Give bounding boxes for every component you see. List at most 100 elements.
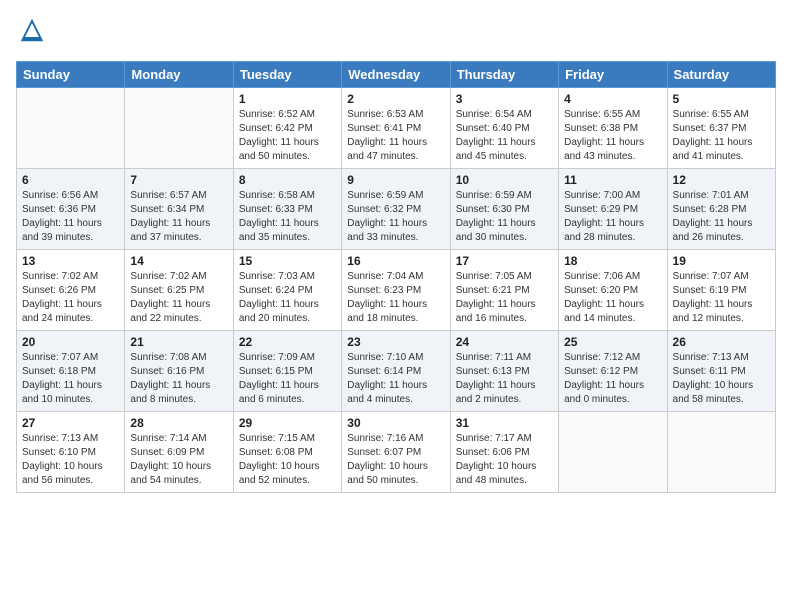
day-number: 3 bbox=[456, 92, 553, 106]
week-row-5: 27 Sunrise: 7:13 AMSunset: 6:10 PMDayligh… bbox=[17, 412, 776, 493]
calendar-cell: 31Sunrise: 7:17 AMSunset: 6:06 PMDayligh… bbox=[450, 412, 558, 493]
cell-content: Sunrise: 6:55 AMSunset: 6:38 PMDaylight:… bbox=[564, 108, 661, 164]
cell-content: Sunrise: 7:08 AMSunset: 6:16 PMDaylight:… bbox=[130, 351, 227, 407]
cell-content: Sunrise: 7:13 AMSunset: 6:11 PMDaylight:… bbox=[673, 351, 770, 407]
cell-content: Sunrise: 7:07 AMSunset: 6:19 PMDaylight:… bbox=[673, 270, 770, 326]
week-row-1: 1Sunrise: 6:52 AMSunset: 6:42 PMDaylight… bbox=[17, 88, 776, 169]
day-number: 30 bbox=[347, 416, 444, 430]
cell-content: Sunrise: 6:57 AMSunset: 6:34 PMDaylight:… bbox=[130, 189, 227, 245]
cell-content: Sunrise: 7:01 AMSunset: 6:28 PMDaylight:… bbox=[673, 189, 770, 245]
cell-content: Sunrise: 7:07 AMSunset: 6:18 PMDaylight:… bbox=[22, 351, 119, 407]
day-number: 9 bbox=[347, 173, 444, 187]
calendar-cell: 16 Sunrise: 7:04 AMSunset: 6:23 PMDayligh… bbox=[342, 250, 450, 331]
day-number: 28 bbox=[130, 416, 227, 430]
day-number: 12 bbox=[673, 173, 770, 187]
calendar-cell: 10 Sunrise: 6:59 AMSunset: 6:30 PMDayligh… bbox=[450, 169, 558, 250]
cell-content: Sunrise: 7:00 AMSunset: 6:29 PMDaylight:… bbox=[564, 189, 661, 245]
day-number: 27 bbox=[22, 416, 119, 430]
day-number: 4 bbox=[564, 92, 661, 106]
calendar-cell: 22 Sunrise: 7:09 AMSunset: 6:15 PMDayligh… bbox=[233, 331, 341, 412]
day-number: 26 bbox=[673, 335, 770, 349]
calendar-cell: 2 Sunrise: 6:53 AMSunset: 6:41 PMDaylight… bbox=[342, 88, 450, 169]
calendar-cell: 26 Sunrise: 7:13 AMSunset: 6:11 PMDayligh… bbox=[667, 331, 775, 412]
day-number: 8 bbox=[239, 173, 336, 187]
day-number: 15 bbox=[239, 254, 336, 268]
cell-content: Sunrise: 6:59 AMSunset: 6:32 PMDaylight:… bbox=[347, 189, 444, 245]
day-number: 16 bbox=[347, 254, 444, 268]
calendar-cell: 27 Sunrise: 7:13 AMSunset: 6:10 PMDayligh… bbox=[17, 412, 125, 493]
logo bbox=[16, 16, 50, 51]
weekday-header-row: SundayMondayTuesdayWednesdayThursdayFrid… bbox=[17, 62, 776, 88]
cell-content: Sunrise: 7:09 AMSunset: 6:15 PMDaylight:… bbox=[239, 351, 336, 407]
calendar-cell bbox=[667, 412, 775, 493]
calendar-cell: 19 Sunrise: 7:07 AMSunset: 6:19 PMDayligh… bbox=[667, 250, 775, 331]
cell-content: Sunrise: 7:04 AMSunset: 6:23 PMDaylight:… bbox=[347, 270, 444, 326]
calendar-cell: 25 Sunrise: 7:12 AMSunset: 6:12 PMDayligh… bbox=[559, 331, 667, 412]
day-number: 22 bbox=[239, 335, 336, 349]
cell-content: Sunrise: 6:58 AMSunset: 6:33 PMDaylight:… bbox=[239, 189, 336, 245]
page-header bbox=[16, 16, 776, 51]
calendar-cell: 23 Sunrise: 7:10 AMSunset: 6:14 PMDayligh… bbox=[342, 331, 450, 412]
weekday-thursday: Thursday bbox=[450, 62, 558, 88]
cell-content: Sunrise: 7:15 AMSunset: 6:08 PMDaylight:… bbox=[239, 432, 336, 488]
day-number: 29 bbox=[239, 416, 336, 430]
cell-content: Sunrise: 7:16 AMSunset: 6:07 PMDaylight:… bbox=[347, 432, 444, 488]
cell-content: Sunrise: 7:03 AMSunset: 6:24 PMDaylight:… bbox=[239, 270, 336, 326]
weekday-monday: Monday bbox=[125, 62, 233, 88]
calendar-table: SundayMondayTuesdayWednesdayThursdayFrid… bbox=[16, 61, 776, 493]
cell-content: Sunrise: 7:06 AMSunset: 6:20 PMDaylight:… bbox=[564, 270, 661, 326]
week-row-3: 13 Sunrise: 7:02 AMSunset: 6:26 PMDayligh… bbox=[17, 250, 776, 331]
calendar-cell: 6 Sunrise: 6:56 AMSunset: 6:36 PMDaylight… bbox=[17, 169, 125, 250]
calendar-cell: 20Sunrise: 7:07 AMSunset: 6:18 PMDayligh… bbox=[17, 331, 125, 412]
cell-content: Sunrise: 7:12 AMSunset: 6:12 PMDaylight:… bbox=[564, 351, 661, 407]
weekday-tuesday: Tuesday bbox=[233, 62, 341, 88]
day-number: 18 bbox=[564, 254, 661, 268]
day-number: 1 bbox=[239, 92, 336, 106]
day-number: 14 bbox=[130, 254, 227, 268]
day-number: 19 bbox=[673, 254, 770, 268]
calendar-cell: 15 Sunrise: 7:03 AMSunset: 6:24 PMDayligh… bbox=[233, 250, 341, 331]
cell-content: Sunrise: 7:13 AMSunset: 6:10 PMDaylight:… bbox=[22, 432, 119, 488]
calendar-cell: 3 Sunrise: 6:54 AMSunset: 6:40 PMDaylight… bbox=[450, 88, 558, 169]
day-number: 23 bbox=[347, 335, 444, 349]
calendar-cell: 4 Sunrise: 6:55 AMSunset: 6:38 PMDaylight… bbox=[559, 88, 667, 169]
cell-content: Sunrise: 7:05 AMSunset: 6:21 PMDaylight:… bbox=[456, 270, 553, 326]
calendar-cell: 21Sunrise: 7:08 AMSunset: 6:16 PMDayligh… bbox=[125, 331, 233, 412]
day-number: 25 bbox=[564, 335, 661, 349]
weekday-sunday: Sunday bbox=[17, 62, 125, 88]
day-number: 2 bbox=[347, 92, 444, 106]
weekday-wednesday: Wednesday bbox=[342, 62, 450, 88]
calendar-cell: 12 Sunrise: 7:01 AMSunset: 6:28 PMDayligh… bbox=[667, 169, 775, 250]
cell-content: Sunrise: 6:56 AMSunset: 6:36 PMDaylight:… bbox=[22, 189, 119, 245]
calendar-cell: 7 Sunrise: 6:57 AMSunset: 6:34 PMDaylight… bbox=[125, 169, 233, 250]
calendar-cell: 29 Sunrise: 7:15 AMSunset: 6:08 PMDayligh… bbox=[233, 412, 341, 493]
day-number: 17 bbox=[456, 254, 553, 268]
calendar-cell: 8 Sunrise: 6:58 AMSunset: 6:33 PMDaylight… bbox=[233, 169, 341, 250]
cell-content: Sunrise: 6:53 AMSunset: 6:41 PMDaylight:… bbox=[347, 108, 444, 164]
calendar-cell: 9 Sunrise: 6:59 AMSunset: 6:32 PMDaylight… bbox=[342, 169, 450, 250]
calendar-cell bbox=[125, 88, 233, 169]
calendar-cell: 24Sunrise: 7:11 AMSunset: 6:13 PMDayligh… bbox=[450, 331, 558, 412]
day-number: 5 bbox=[673, 92, 770, 106]
cell-content: Sunrise: 6:59 AMSunset: 6:30 PMDaylight:… bbox=[456, 189, 553, 245]
calendar-cell: 5Sunrise: 6:55 AMSunset: 6:37 PMDaylight… bbox=[667, 88, 775, 169]
day-number: 6 bbox=[22, 173, 119, 187]
day-number: 11 bbox=[564, 173, 661, 187]
weekday-saturday: Saturday bbox=[667, 62, 775, 88]
calendar-cell: 28Sunrise: 7:14 AMSunset: 6:09 PMDayligh… bbox=[125, 412, 233, 493]
cell-content: Sunrise: 7:10 AMSunset: 6:14 PMDaylight:… bbox=[347, 351, 444, 407]
cell-content: Sunrise: 7:02 AMSunset: 6:25 PMDaylight:… bbox=[130, 270, 227, 326]
cell-content: Sunrise: 7:02 AMSunset: 6:26 PMDaylight:… bbox=[22, 270, 119, 326]
day-number: 13 bbox=[22, 254, 119, 268]
calendar-cell: 11 Sunrise: 7:00 AMSunset: 6:29 PMDayligh… bbox=[559, 169, 667, 250]
day-number: 10 bbox=[456, 173, 553, 187]
week-row-2: 6 Sunrise: 6:56 AMSunset: 6:36 PMDaylight… bbox=[17, 169, 776, 250]
day-number: 24 bbox=[456, 335, 553, 349]
calendar-cell: 18 Sunrise: 7:06 AMSunset: 6:20 PMDayligh… bbox=[559, 250, 667, 331]
cell-content: Sunrise: 6:54 AMSunset: 6:40 PMDaylight:… bbox=[456, 108, 553, 164]
calendar-cell: 13 Sunrise: 7:02 AMSunset: 6:26 PMDayligh… bbox=[17, 250, 125, 331]
calendar-cell: 1Sunrise: 6:52 AMSunset: 6:42 PMDaylight… bbox=[233, 88, 341, 169]
week-row-4: 20Sunrise: 7:07 AMSunset: 6:18 PMDayligh… bbox=[17, 331, 776, 412]
day-number: 31 bbox=[456, 416, 553, 430]
day-number: 7 bbox=[130, 173, 227, 187]
